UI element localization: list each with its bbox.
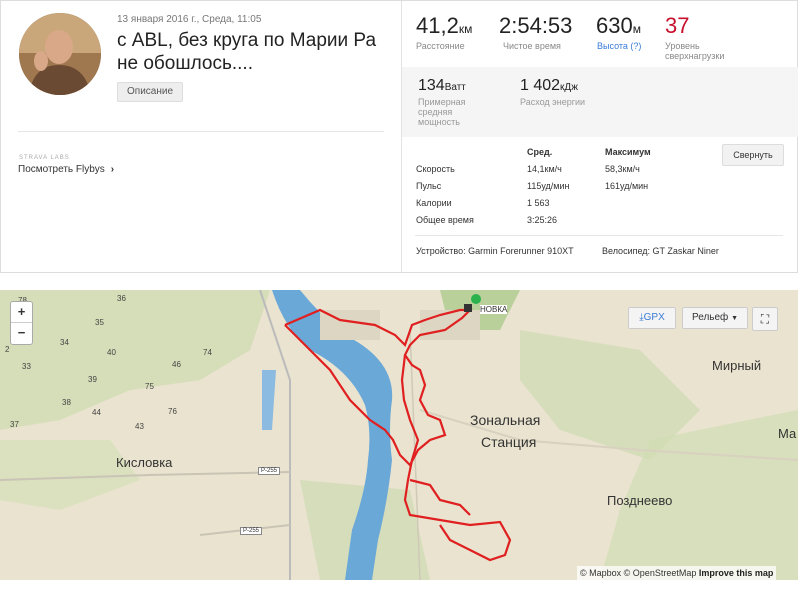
distance-number: 41,2 <box>416 13 459 38</box>
row-label-calories: Калории <box>416 198 452 208</box>
road-label: Р-255 <box>240 527 263 535</box>
osm-link[interactable]: © OpenStreetMap <box>624 568 697 578</box>
map-number: 38 <box>62 398 71 407</box>
suffer-label-line2: сверхнагрузки <box>665 51 725 61</box>
map-number: 75 <box>145 382 154 391</box>
power-unit: Ватт <box>444 82 466 93</box>
collapse-button[interactable]: Свернуть <box>722 144 784 166</box>
place-kislovka: Кисловка <box>116 455 173 470</box>
mapbox-link[interactable]: © Mapbox <box>580 568 621 578</box>
moving-time-label: Чистое время <box>503 41 561 51</box>
place-pozdneevo: Позднеево <box>607 493 673 508</box>
left-divider <box>18 131 384 132</box>
energy-unit: кДж <box>560 82 578 93</box>
activity-date: 13 января 2016 г., Среда, 11:05 <box>117 14 262 25</box>
zoom-in-button[interactable]: + <box>11 302 32 322</box>
power-number: 134 <box>418 77 445 94</box>
elevation-label[interactable]: Высота (?) <box>597 41 641 51</box>
place-mirny: Мирный <box>712 358 762 373</box>
row-label-elapsed: Общее время <box>416 215 474 225</box>
energy-number: 1 402 <box>520 77 561 94</box>
power-value: 134Ватт <box>418 77 466 95</box>
map-number: 46 <box>172 360 181 369</box>
map-canvas <box>0 290 798 580</box>
row-avg-speed: 14,1км/ч <box>527 164 562 174</box>
bike-info: Велосипед: GT Zaskar Niner <box>602 246 719 256</box>
caret-down-icon: ▼ <box>731 315 738 322</box>
power-label: Примерная средняя мощность <box>418 97 466 127</box>
row-avg-hr: 115уд/мин <box>527 181 570 191</box>
fullscreen-icon[interactable]: ⛶ <box>752 307 778 331</box>
map-number: 2 <box>5 345 10 354</box>
gpx-label: GPX <box>643 312 665 323</box>
chevron-right-icon: › <box>110 164 115 175</box>
moving-time-value: 2:54:53 <box>499 13 573 38</box>
improve-map-link[interactable]: Improve this map <box>699 568 774 578</box>
flybys-link-label: Посмотреть Flybys <box>18 164 105 175</box>
zoom-control: + − <box>10 301 33 345</box>
elevation-value: 630м <box>596 13 641 39</box>
relief-dropdown[interactable]: Рельеф ▼ <box>682 307 748 329</box>
row-max-speed: 58,3км/ч <box>605 164 640 174</box>
gpx-download-button[interactable]: ⤓GPX <box>628 307 676 329</box>
distance-unit: км <box>458 22 473 36</box>
header-max: Максимум <box>605 147 651 157</box>
distance-label: Расстояние <box>416 41 465 51</box>
road-label: Р-255 <box>258 467 281 475</box>
power-label-line2: средняя <box>418 107 453 117</box>
map-number: 74 <box>203 348 212 357</box>
map-number: 34 <box>60 338 69 347</box>
row-label-hr: Пульс <box>416 181 442 191</box>
map-number: 43 <box>135 422 144 431</box>
suffer-score-value: 37 <box>665 13 690 38</box>
energy-label: Расход энергии <box>520 97 586 107</box>
row-max-hr: 161уд/мин <box>605 181 649 191</box>
map-number: 36 <box>117 294 126 303</box>
power-label-line3: мощность <box>418 117 460 127</box>
map-number: 40 <box>107 348 116 357</box>
suffer-score-label: Уровень сверхнагрузки <box>665 41 724 61</box>
row-label-speed: Скорость <box>416 164 455 174</box>
elevation-number: 630 <box>596 13 633 38</box>
place-ma: Ма <box>778 426 797 441</box>
suffer-label-line1: Уровень <box>665 41 700 51</box>
place-zonal-line2: Станция <box>481 434 537 450</box>
map-number: 39 <box>88 375 97 384</box>
row-avg-calories: 1 563 <box>527 198 550 208</box>
map-attribution: © Mapbox © OpenStreetMap Improve this ma… <box>577 566 777 580</box>
map-number: 33 <box>22 362 31 371</box>
map-number: 76 <box>168 407 177 416</box>
description-button[interactable]: Описание <box>117 82 184 102</box>
header-avg: Сред. <box>527 147 553 157</box>
map-number: 37 <box>10 420 19 429</box>
avatar[interactable] <box>19 13 101 95</box>
avatar-image <box>19 13 101 95</box>
strava-labs-label: STRAVA LABS <box>19 155 70 161</box>
flybys-link[interactable]: Посмотреть Flybys › <box>18 164 114 175</box>
elevation-unit: м <box>632 22 641 36</box>
map-number: 35 <box>95 318 104 327</box>
activity-title: с ABL, без круга по Марии Ра не обошлось… <box>117 30 377 74</box>
place-zonal-line1: Зональная <box>470 412 541 428</box>
map-number: 44 <box>92 408 101 417</box>
device-info: Устройство: Garmin Forerunner 910XT <box>416 246 574 256</box>
right-divider <box>415 235 783 236</box>
power-label-line1: Примерная <box>418 97 466 107</box>
row-avg-elapsed: 3:25:26 <box>527 215 558 225</box>
relief-label: Рельеф <box>691 312 729 323</box>
activity-panel: 13 января 2016 г., Среда, 11:05 с ABL, б… <box>0 0 798 273</box>
route-map[interactable]: 36 35 34 33 38 40 39 37 44 43 46 74 75 7… <box>0 290 798 580</box>
distance-value: 41,2км <box>416 13 472 39</box>
place-novka: НОВКА <box>480 305 508 314</box>
zoom-out-button[interactable]: − <box>11 322 32 343</box>
energy-value: 1 402кДж <box>520 77 578 95</box>
